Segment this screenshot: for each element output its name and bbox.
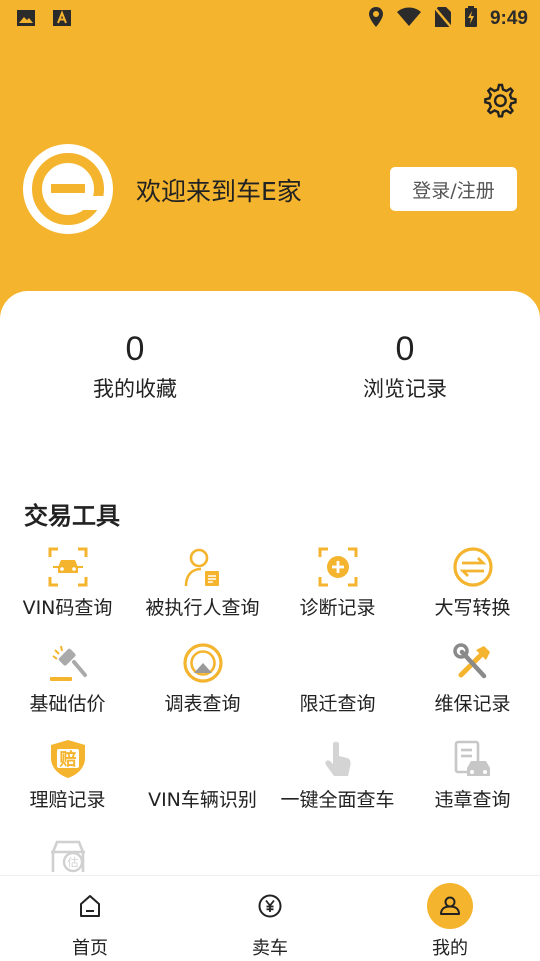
tool-basic-valuation[interactable]: 基础估价: [0, 642, 135, 716]
favorites-label: 我的收藏: [93, 377, 177, 401]
nav-mine[interactable]: 我的: [360, 876, 540, 961]
tools-section-title: 交易工具: [24, 502, 120, 530]
car-scan-icon: [47, 546, 89, 588]
tool-maintenance-record[interactable]: 维保记录: [405, 642, 540, 716]
tool-car-valuation[interactable]: 估: [0, 834, 135, 881]
tool-label: 违章查询: [434, 789, 511, 811]
gavel-icon: [47, 642, 89, 684]
wifi-icon: [396, 7, 422, 31]
tool-label: VIN码查询: [22, 597, 113, 619]
tool-migration-limit-query[interactable]: 限迁查询: [270, 642, 405, 716]
location-icon: [368, 6, 384, 32]
history-label: 浏览记录: [363, 377, 447, 401]
home-icon: [67, 883, 113, 929]
nav-sell-car[interactable]: 卖车: [180, 876, 360, 961]
status-bar: 9:49: [0, 0, 540, 36]
svg-text:估: 估: [67, 856, 78, 869]
tool-one-click-check[interactable]: 一键全面查车: [270, 738, 405, 812]
person-document-icon: [182, 546, 224, 588]
status-time: 9:49: [489, 8, 528, 29]
history-stat[interactable]: 0 浏览记录: [305, 327, 505, 403]
app-logo: [23, 144, 113, 234]
welcome-text: 欢迎来到车E家: [136, 177, 302, 206]
tool-uppercase-convert[interactable]: 大写转换: [405, 546, 540, 620]
no-sim-icon: [434, 6, 452, 32]
tool-label: 调表查询: [164, 693, 241, 715]
tool-claim-record[interactable]: 赔 理赔记录: [0, 738, 135, 812]
tool-violation-query[interactable]: 违章查询: [405, 738, 540, 812]
diagnosis-icon: [317, 546, 359, 588]
settings-gear-icon[interactable]: [480, 81, 518, 119]
history-count: 0: [395, 330, 415, 368]
nav-label: 我的: [432, 938, 468, 959]
yen-icon: [247, 883, 293, 929]
car-valuation-icon: 估: [47, 834, 89, 876]
tool-diagnosis-record[interactable]: 诊断记录: [270, 546, 405, 620]
gallery-icon: [16, 8, 36, 32]
tool-odometer-query[interactable]: 调表查询: [135, 642, 270, 716]
tool-vin-vehicle-recognition[interactable]: VIN车辆识别: [135, 738, 270, 812]
tap-icon: [317, 738, 359, 780]
tool-label: 大写转换: [434, 597, 511, 619]
nav-label: 首页: [72, 938, 108, 959]
tool-label: 维保记录: [434, 693, 511, 715]
tool-label: 基础估价: [29, 693, 106, 715]
tool-executed-person-query[interactable]: 被执行人查询: [135, 546, 270, 620]
violation-icon: [452, 738, 494, 780]
blank-icon: [317, 642, 359, 684]
tool-label: 被执行人查询: [145, 597, 260, 619]
favorites-count: 0: [125, 330, 145, 368]
insurance-claim-icon: 赔: [47, 738, 89, 780]
favorites-stat[interactable]: 0 我的收藏: [35, 327, 235, 403]
font-app-icon: [52, 8, 72, 32]
tool-vin-query[interactable]: VIN码查询: [0, 546, 135, 620]
convert-icon: [452, 546, 494, 588]
tool-label: 理赔记录: [29, 789, 106, 811]
bottom-navigation: 首页 卖车 我的: [0, 875, 540, 961]
tool-label: 一键全面查车: [280, 789, 395, 811]
user-icon: [427, 883, 473, 929]
tools-icon: [452, 642, 494, 684]
blank-icon: [182, 738, 224, 780]
tool-label: 限迁查询: [299, 693, 376, 715]
tool-label: VIN车辆识别: [148, 789, 257, 811]
tool-label: 诊断记录: [299, 597, 376, 619]
battery-charging-icon: [464, 6, 478, 32]
odometer-icon: [182, 642, 224, 684]
nav-label: 卖车: [252, 938, 288, 959]
svg-text:赔: 赔: [59, 749, 76, 770]
login-register-button[interactable]: 登录/注册: [390, 167, 517, 211]
nav-home[interactable]: 首页: [0, 876, 180, 961]
